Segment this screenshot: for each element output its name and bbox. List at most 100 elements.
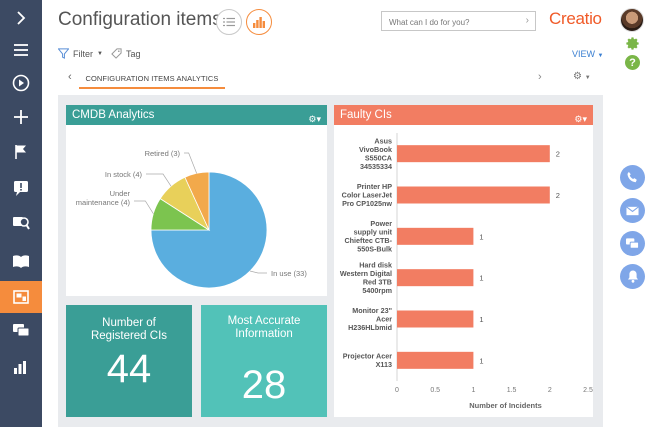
filter-button[interactable]: Filter ▼ <box>58 48 103 59</box>
bar[interactable] <box>397 145 550 163</box>
bar-value-label: 1 <box>479 274 483 283</box>
dashboard-area: CMDB Analytics ⚙▾ In use (33) Under mainte… <box>58 95 603 427</box>
faulty-cis-panel: Faulty CIs ⚙▾ 2 Asus VivoBook S550CA 3453533… <box>334 105 593 417</box>
bar[interactable] <box>397 351 474 369</box>
faulty-cis-title: Faulty CIs <box>340 109 392 121</box>
nav-book-button[interactable] <box>0 245 42 277</box>
tab-scroll-left-icon[interactable]: ‹ <box>68 71 72 83</box>
bar[interactable] <box>397 227 474 245</box>
pie-leader-line <box>184 152 197 174</box>
accurate-info-widget: Most Accurate Information 28 <box>201 305 327 417</box>
x-tick-label: 2.5 <box>583 387 593 394</box>
pie-leader-line <box>134 200 154 214</box>
gear-icon[interactable] <box>625 36 640 51</box>
email-button[interactable] <box>620 198 645 223</box>
chat-button[interactable] <box>620 231 645 256</box>
chat-bubbles-icon <box>626 237 639 249</box>
search-go-icon[interactable]: › <box>526 15 529 26</box>
x-axis-label: Number of Incidents <box>469 401 542 410</box>
analytics-view-button[interactable] <box>246 9 272 35</box>
chevron-right-icon <box>17 11 26 25</box>
caret-down-icon: ▼ <box>97 50 103 57</box>
category-label: 550S-Bulk <box>357 245 392 254</box>
phone-icon <box>627 171 637 183</box>
alert-icon <box>14 181 28 196</box>
category-label: 34535334 <box>360 162 392 171</box>
registered-cis-value: 44 <box>106 347 152 391</box>
list-icon <box>223 17 235 27</box>
category-label: H236HLbmid <box>348 323 392 332</box>
bell-icon <box>627 270 638 283</box>
x-tick-label: 2 <box>548 387 552 394</box>
tab-settings-gear-icon[interactable]: ⚙ ▼ <box>573 71 591 82</box>
dashboard-icon <box>13 290 29 304</box>
tag-label: Tag <box>126 48 141 59</box>
registered-cis-label-line1: Number of <box>102 317 156 329</box>
nav-chat-button[interactable] <box>0 315 42 347</box>
knowledge-search-icon <box>13 217 30 230</box>
x-tick-label: 0 <box>395 387 399 394</box>
category-label: X113 <box>376 360 392 369</box>
nav-knowledge-search-button[interactable] <box>0 207 42 239</box>
filter-label: Filter <box>73 48 93 59</box>
help-icon[interactable]: ? <box>625 55 640 70</box>
cmdb-pie-chart: In use (33) Undermaintenance (4) In stock … <box>76 149 307 289</box>
faulty-cis-bar-chart: 2AsusVivoBookS550CA345353342Printer HPCo… <box>340 133 593 410</box>
pie-label: maintenance (4) <box>76 198 131 207</box>
plus-icon <box>14 110 28 124</box>
tag-button[interactable]: Tag <box>111 48 141 59</box>
avatar[interactable] <box>620 8 644 32</box>
tab-scroll-right-icon[interactable]: › <box>538 71 542 83</box>
nav-flag-button[interactable] <box>0 136 42 168</box>
pie-label: In stock (4) <box>105 170 143 179</box>
tag-icon <box>111 48 122 59</box>
bar-value-label: 1 <box>479 356 483 365</box>
search-input[interactable] <box>382 13 512 32</box>
x-tick-label: 0.5 <box>430 387 440 394</box>
nav-dashboard-button[interactable] <box>0 281 42 313</box>
bar-value-label: 2 <box>556 191 560 200</box>
faulty-cis-header: Faulty CIs ⚙▾ <box>334 105 593 125</box>
nav-bar-chart-button[interactable] <box>0 351 42 383</box>
category-label: 5400rpm <box>362 286 392 295</box>
tab-configuration-items-analytics[interactable]: CONFIGURATION ITEMS ANALYTICS <box>79 69 225 89</box>
accurate-info-label-line1: Most Accurate <box>227 315 301 327</box>
bar[interactable] <box>397 186 550 204</box>
bar[interactable] <box>397 269 474 287</box>
bar-value-label: 1 <box>479 315 483 324</box>
nav-play-button[interactable] <box>0 67 42 99</box>
caret-down-icon: ▼ <box>597 53 604 59</box>
nav-hamburger-menu-button[interactable] <box>0 34 42 66</box>
view-label: VIEW <box>572 49 596 59</box>
nav-alert-button[interactable] <box>0 172 42 204</box>
view-menu[interactable]: VIEW ▼ <box>572 49 603 59</box>
book-icon <box>13 255 29 268</box>
notifications-button[interactable] <box>620 264 645 289</box>
pie-label: Retired (3) <box>145 149 181 158</box>
bar-value-label: 1 <box>479 232 483 241</box>
nav-plus-button[interactable] <box>0 101 42 133</box>
pie-label: Under <box>110 189 131 198</box>
cmdb-analytics-header: CMDB Analytics ⚙▾ <box>66 105 327 125</box>
cmdb-analytics-title: CMDB Analytics <box>72 109 155 121</box>
x-tick-label: 1 <box>471 387 475 394</box>
list-view-button[interactable] <box>216 9 242 35</box>
category-label: Pro CP1025nw <box>342 199 392 208</box>
left-nav <box>0 0 42 427</box>
filter-icon <box>58 48 69 59</box>
pie-label: In use (33) <box>271 269 307 278</box>
x-tick-label: 1.5 <box>507 387 517 394</box>
search-box[interactable]: › <box>381 11 536 32</box>
page-title: Configuration items <box>58 9 222 30</box>
creatio-logo: Creatio <box>549 9 602 28</box>
bar-value-label: 2 <box>556 150 560 159</box>
bar[interactable] <box>397 310 474 328</box>
hamburger-menu-icon <box>14 44 28 56</box>
nav-chevron-right-button[interactable] <box>0 2 42 34</box>
accurate-info-value: 28 <box>241 363 287 407</box>
chat-icon <box>13 324 30 337</box>
flag-icon <box>15 145 26 159</box>
phone-button[interactable] <box>620 165 645 190</box>
bar-chart-icon <box>14 361 26 374</box>
cmdb-analytics-panel: CMDB Analytics ⚙▾ In use (33) Under mainte… <box>66 105 327 296</box>
